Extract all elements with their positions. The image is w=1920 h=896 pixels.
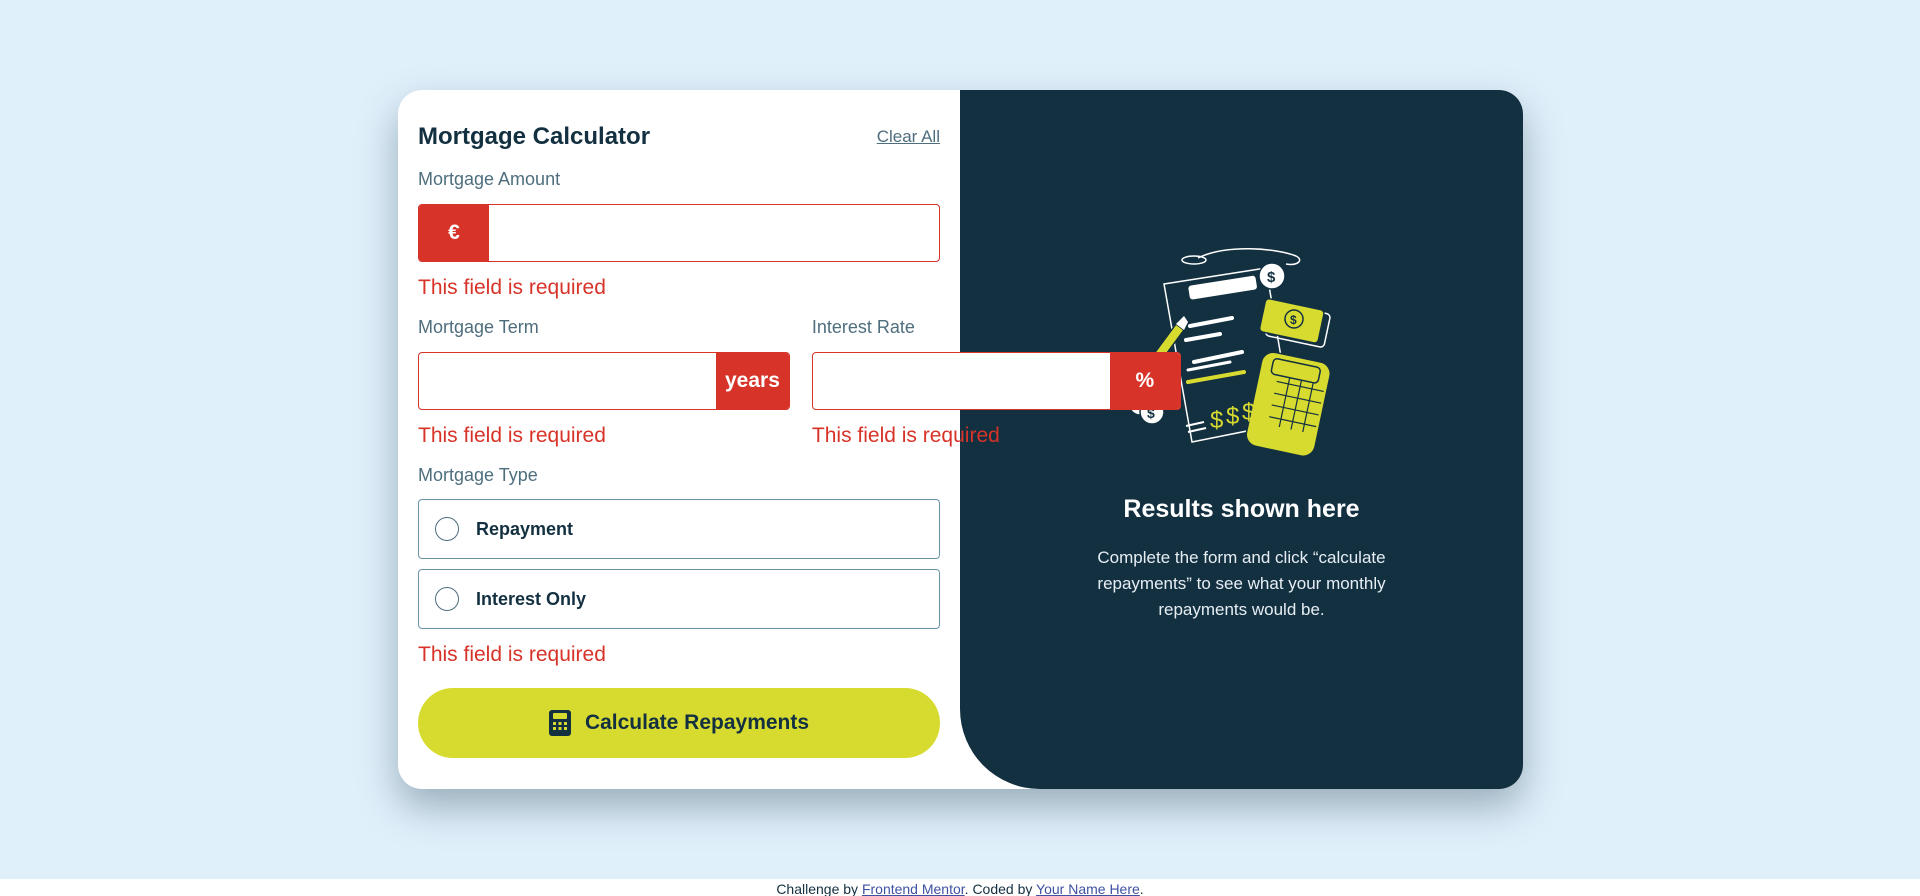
radio-label-interest-only: Interest Only: [476, 588, 587, 609]
frontend-mentor-link[interactable]: Frontend Mentor: [862, 881, 965, 896]
currency-prefix: €: [419, 205, 489, 261]
mortgage-type-error: This field is required: [418, 643, 606, 666]
form-panel: Mortgage Calculator Clear All Mortgage A…: [398, 90, 1181, 789]
radio-option-repayment[interactable]: Repayment: [418, 499, 940, 559]
interest-rate-field: %: [811, 352, 1181, 410]
mortgage-amount-field: €: [418, 204, 940, 262]
footer-prefix: Challenge by: [776, 881, 862, 896]
calculate-button-label: Calculate Repayments: [584, 711, 810, 734]
svg-text:$: $: [1210, 407, 1223, 434]
svg-text:$: $: [1267, 269, 1276, 286]
results-title: Results shown here: [1123, 495, 1360, 523]
mortgage-card: Mortgage Calculator Clear All Mortgage A…: [398, 90, 1523, 789]
results-description: Complete the form and click “calculate r…: [1097, 548, 1386, 619]
svg-text:$: $: [1242, 399, 1255, 426]
interest-rate-input[interactable]: [812, 353, 1110, 409]
years-suffix: years: [716, 353, 789, 409]
interest-rate-error: This field is required: [811, 424, 1000, 447]
rate-column: Interest Rate % This field is required: [811, 302, 1181, 450]
mortgage-type-label: Mortgage Type: [418, 465, 538, 485]
svg-text:$: $: [1290, 313, 1297, 327]
radio-circle-icon[interactable]: [435, 587, 459, 611]
interest-rate-label: Interest Rate: [811, 317, 915, 337]
author-link[interactable]: Your Name Here: [1036, 881, 1140, 896]
calculator-icon: [548, 710, 571, 736]
footer-middle: . Coded by: [964, 881, 1037, 896]
radio-option-interest-only[interactable]: Interest Only: [418, 569, 940, 629]
page-title: Mortgage Calculator: [418, 123, 651, 150]
clear-all-link[interactable]: Clear All: [877, 127, 940, 147]
radio-label-repayment: Repayment: [476, 518, 574, 539]
term-rate-row: Mortgage Term years This field is requir…: [418, 302, 1181, 450]
mortgage-amount-input[interactable]: [489, 205, 939, 261]
footer-suffix: .: [1139, 881, 1144, 896]
svg-text:$: $: [1226, 403, 1239, 430]
attribution-footer: Challenge by Frontend Mentor. Coded by Y…: [0, 879, 1920, 896]
mortgage-term-label: Mortgage Term: [418, 317, 539, 337]
radio-circle-icon[interactable]: [435, 517, 459, 541]
mortgage-amount-label: Mortgage Amount: [418, 169, 561, 189]
mortgage-amount-error: This field is required: [418, 276, 606, 299]
mortgage-term-error: This field is required: [418, 424, 606, 447]
term-column: Mortgage Term years This field is requir…: [418, 302, 790, 450]
calculate-repayments-button[interactable]: Calculate Repayments: [418, 688, 940, 758]
mortgage-term-input[interactable]: [419, 353, 716, 409]
percent-suffix: %: [1109, 353, 1180, 409]
mortgage-term-field: years: [418, 352, 790, 410]
form-header: Mortgage Calculator Clear All: [418, 120, 940, 154]
